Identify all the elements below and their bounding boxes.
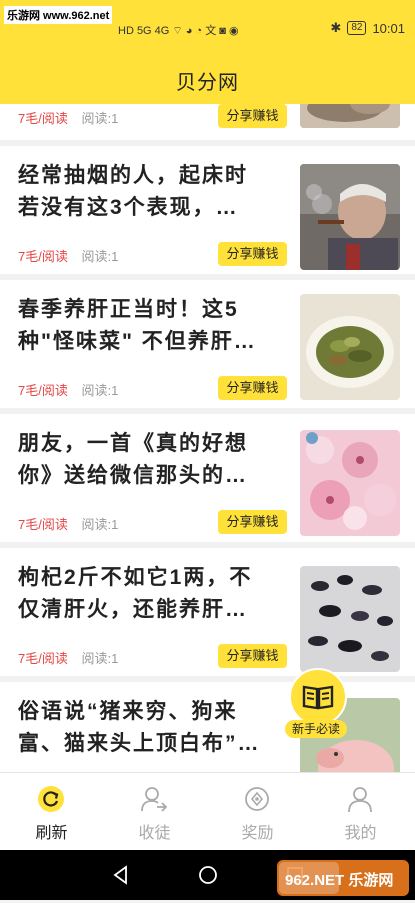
- article-meta: 7毛/阅读 阅读:1: [18, 514, 118, 533]
- status-right: ✱ 82 10:01: [330, 20, 405, 36]
- article-title: 枸杞2斤不如它1两，不 仅清肝火，还能养肝…: [18, 566, 253, 621]
- person-icon: [346, 785, 374, 813]
- user-add-icon: [140, 785, 168, 813]
- share-earn-button[interactable]: 分享赚钱: [218, 242, 287, 266]
- article-title: 经常抽烟的人，起床时 若没有这3个表现，…: [18, 164, 248, 219]
- page-title: 贝分网: [176, 71, 239, 94]
- reward-rate: 7毛/阅读: [18, 383, 68, 398]
- tab-label: 奖励: [241, 825, 274, 842]
- read-count: 阅读:1: [81, 111, 119, 126]
- tab-recruit[interactable]: 收徒: [103, 773, 206, 851]
- tab-refresh[interactable]: 刷新: [0, 773, 103, 851]
- article-feed[interactable]: 7毛/阅读 阅读:1 分享赚钱 经常抽烟的人，起床时 若没有这3个表现，… 7毛…: [0, 104, 415, 772]
- vegetable-dish-image: [300, 294, 400, 400]
- app-bar: 贝分网: [0, 56, 415, 104]
- read-count: 阅读:1: [81, 383, 119, 398]
- tab-label: 刷新: [35, 825, 68, 842]
- share-earn-button[interactable]: 分享赚钱: [218, 376, 287, 400]
- reward-rate: 7毛/阅读: [18, 249, 68, 264]
- tab-label: 我的: [344, 825, 377, 842]
- back-icon[interactable]: [110, 864, 132, 886]
- reward-rate: 7毛/阅读: [18, 517, 68, 532]
- share-earn-button[interactable]: 分享赚钱: [218, 104, 287, 128]
- watermark-bottom-right: 962.NET 乐游网: [277, 858, 409, 898]
- refresh-icon: [37, 785, 65, 813]
- reward-rate: 7毛/阅读: [18, 111, 68, 126]
- book-icon: [289, 668, 347, 726]
- share-earn-button[interactable]: 分享赚钱: [218, 644, 287, 668]
- battery-indicator: 82: [347, 21, 367, 35]
- article-card[interactable]: 春季养肝正当时！这5 种"怪味菜" 不但养肝… 7毛/阅读 阅读:1 分享赚钱: [0, 280, 415, 414]
- article-meta: 7毛/阅读 阅读:1: [18, 108, 118, 127]
- article-card-partial[interactable]: 7毛/阅读 阅读:1 分享赚钱: [0, 104, 415, 146]
- compass-icon: [243, 785, 271, 813]
- hand-image: [300, 104, 400, 128]
- newbie-guide-button[interactable]: 新手必读: [285, 668, 351, 746]
- black-goji-image: [300, 566, 400, 672]
- bottom-tab-bar: 刷新 收徒 奖励 我的: [0, 772, 415, 851]
- tab-mine[interactable]: 我的: [309, 773, 412, 851]
- article-card[interactable]: 朋友，一首《真的好想 你》送给微信那头的… 7毛/阅读 阅读:1 分享赚钱: [0, 414, 415, 548]
- watermark-text: 962.NET 乐游网: [285, 872, 394, 889]
- home-icon[interactable]: [197, 864, 219, 886]
- article-title: 朋友，一首《真的好想 你》送给微信那头的…: [18, 432, 248, 487]
- bluetooth-icon: ✱: [330, 20, 342, 35]
- article-card[interactable]: 经常抽烟的人，起床时 若没有这3个表现，… 7毛/阅读 阅读:1 分享赚钱: [0, 146, 415, 280]
- article-card[interactable]: 俗语说“猪来穷、狗来 富、猫来头上顶白布”…: [0, 682, 415, 772]
- article-title: 俗语说“猪来穷、狗来 富、猫来头上顶白布”…: [18, 700, 261, 755]
- newbie-guide-label: 新手必读: [285, 720, 347, 738]
- tab-reward[interactable]: 奖励: [206, 773, 309, 851]
- status-icons: HD 5G 4G ⌔ ◕ ◔ 文 ◙ ◉: [118, 25, 239, 37]
- cherry-blossom-image: [300, 430, 400, 536]
- system-nav-bar: 962.NET 乐游网: [0, 850, 415, 900]
- article-meta: 7毛/阅读 阅读:1: [18, 246, 118, 265]
- status-bar: 乐游网 www.962.net HD 5G 4G ⌔ ◕ ◔ 文 ◙ ◉ ✱ 8…: [0, 0, 415, 56]
- article-title: 春季养肝正当时！这5 种"怪味菜" 不但养肝…: [18, 298, 257, 353]
- tab-label: 收徒: [138, 825, 171, 842]
- smoking-man-image: [300, 164, 400, 270]
- article-meta: 7毛/阅读 阅读:1: [18, 648, 118, 667]
- article-card[interactable]: 枸杞2斤不如它1两，不 仅清肝火，还能养肝… 7毛/阅读 阅读:1 分享赚钱: [0, 548, 415, 682]
- clock: 10:01: [372, 20, 405, 36]
- article-meta: 7毛/阅读 阅读:1: [18, 380, 118, 399]
- share-earn-button[interactable]: 分享赚钱: [218, 510, 287, 534]
- reward-rate: 7毛/阅读: [18, 651, 68, 666]
- read-count: 阅读:1: [81, 249, 119, 264]
- watermark-top-left: 乐游网 www.962.net: [4, 6, 113, 24]
- read-count: 阅读:1: [81, 651, 119, 666]
- read-count: 阅读:1: [81, 517, 119, 532]
